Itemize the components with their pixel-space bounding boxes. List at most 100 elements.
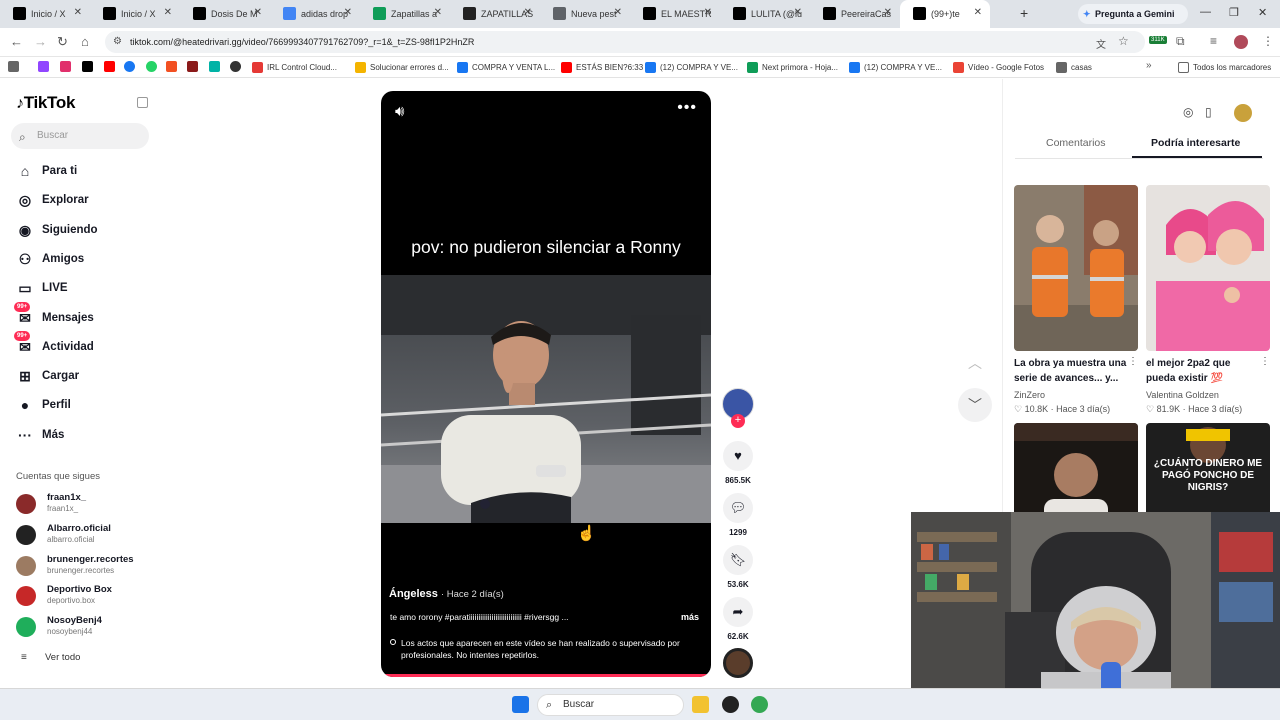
reading-list-icon[interactable]: ≡ (1210, 34, 1217, 48)
collapse-sidebar-icon[interactable] (137, 97, 148, 108)
comment-button[interactable]: 💬︎ (723, 493, 753, 523)
bookmark-item[interactable]: (12) COMPRA Y VE... (849, 61, 942, 74)
follow-plus-button[interactable]: + (731, 414, 745, 428)
close-tab-icon[interactable]: ✕ (524, 7, 532, 18)
sidebar-item-live[interactable]: ▭ LIVE (16, 278, 67, 298)
sidebar-item-siguiendo[interactable]: ◉ Siguiendo (16, 220, 98, 240)
browser-tab[interactable]: LULITA (@lu ✕ (720, 0, 810, 28)
whatsapp-icon[interactable] (146, 61, 157, 72)
browser-tab[interactable]: (99+)te ✕ (900, 0, 990, 28)
all-bookmarks[interactable]: Todos los marcadores (1178, 61, 1271, 74)
bookmark-item[interactable]: casas (1056, 61, 1092, 74)
video-player[interactable]: 🔊︎ ••• pov: no pudieron silenciar a Ronn… (381, 91, 711, 677)
browser-tab[interactable]: ZAPATILLAS ✕ (450, 0, 540, 28)
close-tab-icon[interactable]: ✕ (884, 7, 892, 18)
browser-tab[interactable]: Nueva pest ✕ (540, 0, 630, 28)
app-icon[interactable] (722, 696, 739, 713)
sidebar-item-mensajes[interactable]: ✉ 99+ Mensajes (14, 301, 94, 328)
minimize-button[interactable]: — (1200, 6, 1211, 18)
close-tab-icon[interactable]: ✕ (434, 7, 442, 18)
browser-menu-icon[interactable]: ⋮ (1262, 34, 1274, 48)
reload-icon[interactable]: ↻ (57, 34, 68, 50)
sidebar-item-perfil[interactable]: ● Perfil (16, 395, 71, 415)
kick-icon[interactable] (209, 61, 220, 72)
tab-recommended[interactable]: Podría interesarte (1151, 137, 1240, 149)
browser-tab[interactable]: Inicio / X ✕ (90, 0, 180, 28)
close-tab-icon[interactable]: ✕ (344, 7, 352, 18)
share-button[interactable]: ➦ (723, 597, 753, 627)
x-logo-icon[interactable] (82, 61, 93, 72)
like-button[interactable]: ♥ (723, 441, 753, 471)
maximize-button[interactable]: ❐ (1229, 6, 1239, 19)
instagram-icon[interactable] (60, 61, 71, 72)
browser-tab[interactable]: PeereiraCas ✕ (810, 0, 900, 28)
profile-avatar[interactable] (1234, 35, 1248, 49)
close-window-button[interactable]: ✕ (1258, 6, 1267, 19)
card-menu-icon[interactable]: ⋮ (1260, 356, 1270, 367)
close-tab-icon[interactable]: ✕ (704, 7, 712, 18)
sidebar-item-cargar[interactable]: ⊞ Cargar (16, 366, 79, 386)
microsoft-icon[interactable] (166, 61, 177, 72)
coin-icon[interactable]: ◎ (1183, 105, 1193, 119)
video-author[interactable]: Ángeless · Hace 2 día(s) (389, 588, 504, 600)
chrome-icon[interactable] (751, 696, 768, 713)
music-disc-icon[interactable] (723, 648, 753, 678)
bookmark-item[interactable]: COMPRA Y VENTA L... (457, 61, 555, 74)
apps-icon[interactable] (8, 61, 19, 72)
bookmark-item[interactable]: Next primora - Hoja... (747, 61, 838, 74)
globe-icon[interactable] (230, 61, 241, 72)
new-tab-button[interactable]: + (1020, 5, 1028, 21)
close-tab-icon[interactable]: ✕ (614, 7, 622, 18)
gemini-button[interactable]: ✦ Pregunta a Gemini (1078, 4, 1188, 24)
twitch-icon[interactable] (38, 61, 49, 72)
bookmark-item[interactable]: ESTÁS BIEN?6:33 (561, 61, 643, 74)
back-icon[interactable]: ← (10, 34, 23, 49)
bookmark-icon[interactable] (187, 61, 198, 72)
close-tab-icon[interactable]: ✕ (164, 7, 172, 18)
volume-icon[interactable]: 🔊︎ (395, 103, 404, 120)
sidebar-item-amigos[interactable]: ⚇ Amigos (16, 249, 84, 269)
close-tab-icon[interactable]: ✕ (794, 7, 802, 18)
sidebar-item-m-s[interactable]: ··· Más (16, 425, 64, 445)
previous-video-button[interactable]: ︿ (958, 346, 992, 380)
url-field[interactable]: ⚙ tiktok.com/@heatedrivari.gg/video/7669… (105, 31, 1145, 53)
taskbar-search[interactable]: ⌕ Buscar (537, 694, 684, 716)
home-icon[interactable]: ⌂ (81, 34, 89, 49)
save-button[interactable]: 🔖︎ (723, 545, 753, 575)
tab-comments[interactable]: Comentarios (1046, 137, 1106, 149)
file-explorer-icon[interactable] (692, 696, 709, 713)
tiktok-logo[interactable]: ♪TikTok (16, 93, 75, 113)
next-video-button[interactable]: ﹀ (958, 388, 992, 422)
more-bookmarks-icon[interactable]: » (1146, 60, 1152, 71)
sidebar-item-para-ti[interactable]: ⌂ Para ti (16, 161, 77, 181)
device-icon[interactable]: ▯ (1205, 105, 1212, 119)
bookmark-star-icon[interactable]: ☆ (1118, 34, 1129, 48)
youtube-icon[interactable] (104, 61, 115, 72)
bookmark-item[interactable]: IRL Control Cloud... (252, 61, 337, 74)
card-menu-icon[interactable]: ⋮ (1128, 356, 1138, 367)
sidebar-item-actividad[interactable]: ✉ 99+ Actividad (14, 330, 94, 357)
bookmark-item[interactable]: Solucionar errores d... (355, 61, 449, 74)
search-input[interactable]: ⌕ Buscar (11, 123, 149, 149)
browser-tab[interactable]: Zapatillas a ✕ (360, 0, 450, 28)
translate-icon[interactable]: 文 (1096, 36, 1106, 51)
windows-start-icon[interactable] (512, 696, 529, 713)
bookmark-item[interactable]: (12) COMPRA Y VE... (645, 61, 738, 74)
user-avatar[interactable] (1234, 104, 1252, 122)
close-tab-icon[interactable]: ✕ (974, 7, 982, 18)
see-all-link[interactable]: ≡ Ver todo (21, 652, 80, 663)
sidebar-item-explorar[interactable]: ◎ Explorar (16, 190, 89, 210)
close-tab-icon[interactable]: ✕ (74, 7, 82, 18)
browser-tab[interactable]: EL MAESTR ✕ (630, 0, 720, 28)
facebook-icon[interactable] (124, 61, 135, 72)
more-description-button[interactable]: más (681, 612, 699, 622)
more-options-icon[interactable]: ••• (677, 99, 697, 117)
bookmark-item[interactable]: Vídeo - Google Fotos (953, 61, 1044, 74)
site-info-icon[interactable]: ⚙ (113, 31, 122, 53)
close-tab-icon[interactable]: ✕ (254, 7, 262, 18)
video-progress-bar[interactable] (381, 674, 711, 677)
extension-badge[interactable]: 311K (1149, 36, 1167, 44)
forward-icon[interactable]: → (34, 34, 47, 49)
browser-tab[interactable]: Dosis De M ✕ (180, 0, 270, 28)
browser-tab[interactable]: adidas drop ✕ (270, 0, 360, 28)
